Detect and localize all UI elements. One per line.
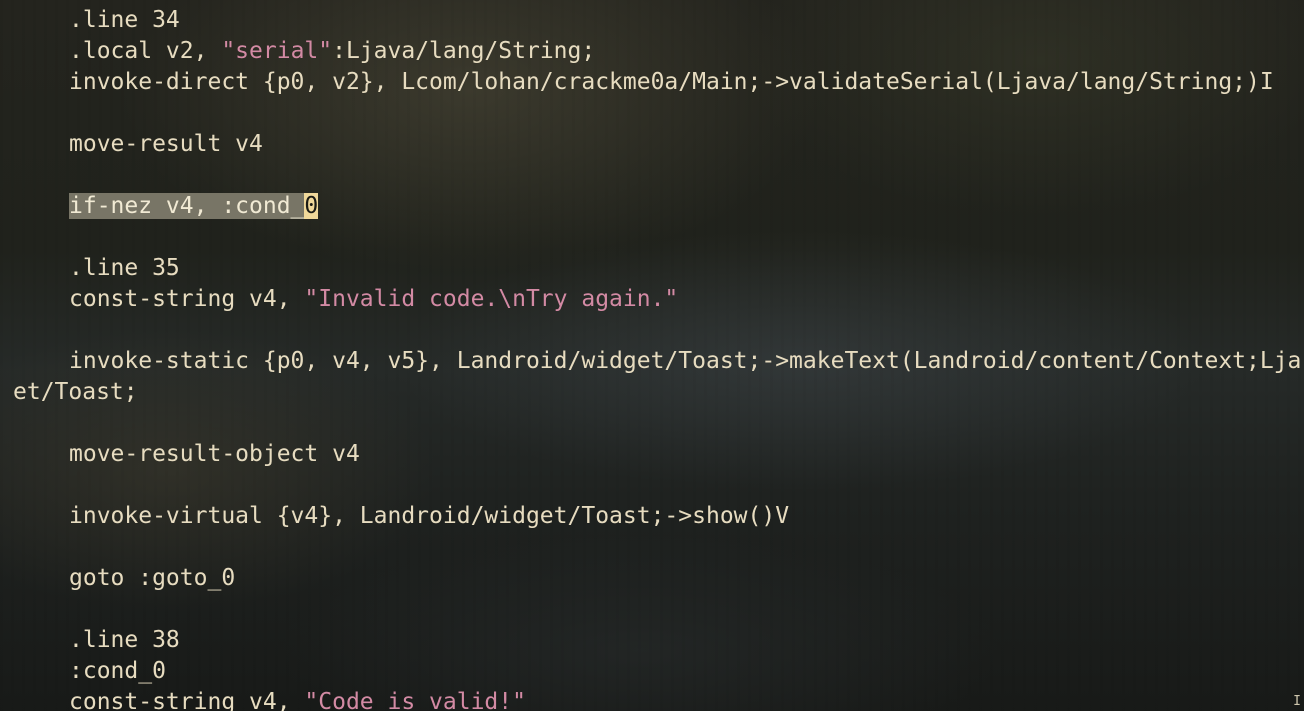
string-literal: "Code is valid!" (304, 689, 526, 711)
code-line-wrapped: et/Toast; (13, 379, 138, 405)
text-cursor[interactable]: 0 (304, 193, 319, 219)
string-literal: "Invalid code.\nTry again." (304, 286, 679, 312)
code-line-selected: if-nez v4, :cond_0 (0, 191, 1304, 222)
code-editor[interactable]: .line 34 .local v2, "serial":Ljava/lang/… (0, 5, 1304, 711)
text-selection[interactable]: if-nez v4, :cond_ (69, 193, 305, 219)
code-line: move-result v4 (69, 131, 263, 157)
code-line: invoke-static {p0, v4, v5}, Landroid/wid… (69, 348, 1302, 374)
string-literal: "serial" (221, 38, 333, 64)
code-line: goto :goto_0 (69, 565, 236, 591)
code-line: const-string v4, "Code is valid!" (0, 687, 1304, 711)
code-line: .line 38 (69, 627, 180, 653)
mouse-ibeam-icon: I (1293, 694, 1301, 709)
code-line: .line 35 (69, 255, 180, 281)
code-line: const-string v4, "Invalid code.\nTry aga… (69, 286, 679, 312)
code-line: .local v2, "serial":Ljava/lang/String; (69, 38, 596, 64)
code-line: :cond_0 (69, 658, 166, 684)
code-line: move-result-object v4 (69, 441, 360, 467)
code-line: invoke-virtual {v4}, Landroid/widget/Toa… (69, 503, 790, 529)
code-line: .line 34 (69, 7, 180, 33)
code-line: invoke-direct {p0, v2}, Lcom/lohan/crack… (69, 69, 1274, 95)
